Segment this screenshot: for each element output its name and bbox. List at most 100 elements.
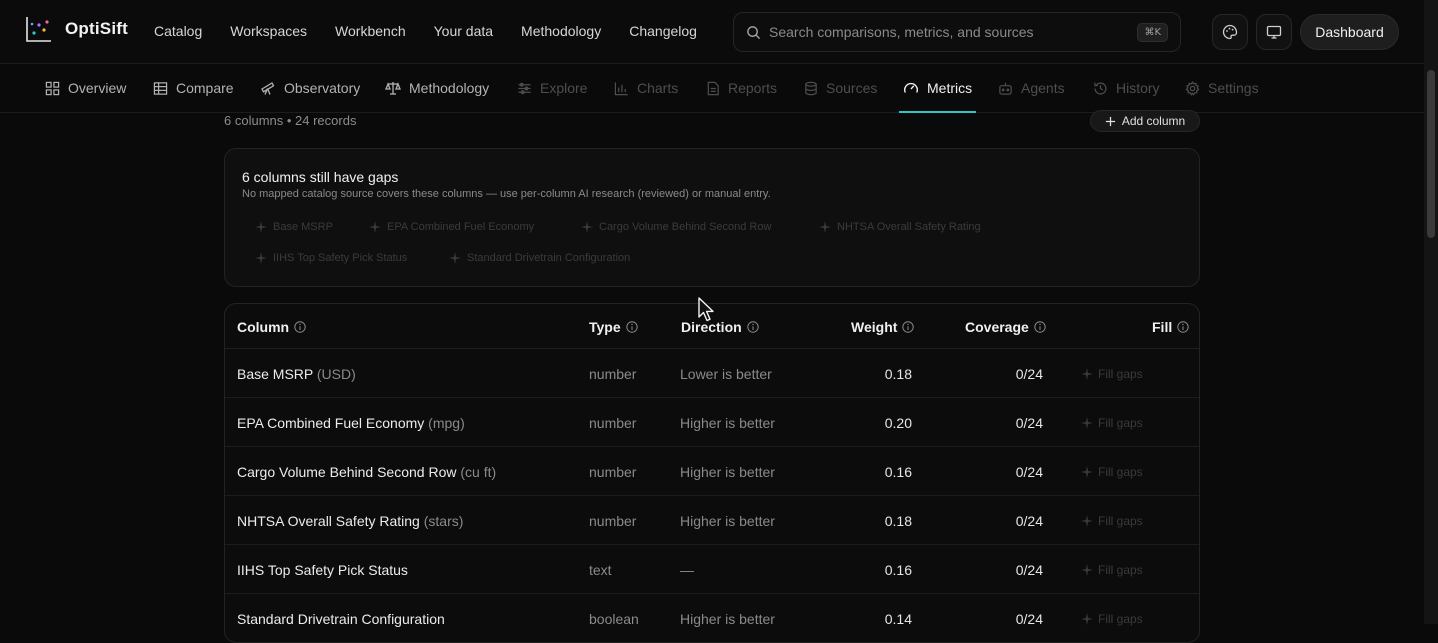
tab-explore[interactable]: Explore [517, 64, 587, 112]
tab-methodology[interactable]: Methodology [385, 64, 489, 112]
gap-chip[interactable]: IIHS Top Safety Pick Status [255, 252, 407, 264]
info-icon[interactable] [625, 321, 638, 333]
tab-charts[interactable]: Charts [614, 64, 678, 112]
tab-label: Sources [826, 80, 878, 96]
fill-gaps-button[interactable]: Fill gaps [1081, 514, 1143, 528]
column-name-text: Standard Drivetrain Configuration [237, 611, 445, 627]
search-icon [747, 25, 761, 39]
header-column: Column [237, 319, 306, 335]
header-label: Column [237, 319, 290, 335]
tab-bar: Overview Compare Observatory Methodology… [0, 64, 1424, 113]
column-name: Standard Drivetrain Configuration [237, 611, 445, 627]
tab-sources[interactable]: Sources [804, 64, 877, 112]
add-column-button[interactable]: Add column [1090, 110, 1200, 132]
column-coverage: 0/24 [1015, 415, 1043, 431]
fill-gaps-button[interactable]: Fill gaps [1081, 367, 1143, 381]
gap-chip-label: IIHS Top Safety Pick Status [273, 252, 408, 264]
nav-methodology[interactable]: Methodology [521, 23, 601, 39]
nav-catalog[interactable]: Catalog [154, 23, 202, 39]
telescope-icon [261, 82, 275, 95]
header-label: Weight [851, 319, 898, 335]
sparkles-icon [449, 252, 461, 264]
search-shortcut-badge: ⌘K [1137, 22, 1168, 42]
fill-gaps-label: Fill gaps [1098, 367, 1143, 381]
gear-icon [1185, 80, 1200, 96]
page-scrollbar[interactable] [1424, 0, 1438, 624]
table-row[interactable]: IIHS Top Safety Pick Status text — 0.16 … [225, 545, 1199, 594]
info-icon[interactable] [1034, 321, 1046, 333]
tab-label: Overview [68, 80, 127, 96]
nav-workbench[interactable]: Workbench [335, 23, 406, 39]
palette-icon [1222, 24, 1238, 40]
column-direction: Higher is better [680, 415, 775, 431]
header-label: Fill [1152, 319, 1173, 335]
column-name-text: Base MSRP [237, 366, 313, 382]
column-type: number [589, 366, 637, 382]
tab-compare[interactable]: Compare [153, 64, 234, 112]
fill-gaps-button[interactable]: Fill gaps [1081, 416, 1143, 430]
database-icon [805, 81, 817, 95]
tab-settings[interactable]: Settings [1185, 64, 1259, 112]
nav-workspaces[interactable]: Workspaces [230, 23, 307, 39]
sparkles-icon [1081, 564, 1093, 576]
dashboard-button[interactable]: Dashboard [1300, 14, 1399, 50]
tab-overview[interactable]: Overview [45, 64, 126, 112]
gap-chip-label: Base MSRP [273, 221, 333, 233]
gap-chip[interactable]: EPA Combined Fuel Economy [369, 221, 534, 233]
info-icon[interactable] [294, 321, 306, 333]
column-weight: 0.14 [884, 611, 912, 627]
gap-chip[interactable]: NHTSA Overall Safety Rating [819, 221, 981, 233]
top-bar: OptiSift Catalog Workspaces Workbench Yo… [0, 0, 1424, 64]
theme-button[interactable] [1212, 14, 1248, 50]
table-row[interactable]: Standard Drivetrain Configuration boolea… [225, 594, 1199, 642]
column-type: number [589, 415, 637, 431]
column-coverage: 0/24 [1015, 562, 1043, 578]
column-name: Cargo Volume Behind Second Row (cu ft) [237, 464, 496, 480]
column-name-text: NHTSA Overall Safety Rating [237, 513, 420, 529]
tab-metrics[interactable]: Metrics [898, 64, 977, 113]
sliders-icon [518, 82, 531, 94]
gap-chip[interactable]: Base MSRP [255, 221, 333, 233]
info-icon[interactable] [1177, 321, 1189, 333]
app-logo[interactable]: OptiSift [25, 15, 128, 43]
column-name: IIHS Top Safety Pick Status [237, 562, 408, 578]
fill-gaps-button[interactable]: Fill gaps [1081, 465, 1143, 479]
tab-observatory[interactable]: Observatory [260, 64, 360, 112]
display-button[interactable] [1256, 14, 1292, 50]
nav-changelog[interactable]: Changelog [629, 23, 697, 39]
tab-agents[interactable]: Agents [998, 64, 1065, 112]
gauge-icon [904, 82, 918, 93]
metrics-table: Column Type Direction Weight Coverage Fi… [224, 303, 1200, 643]
table-row[interactable]: NHTSA Overall Safety Rating (stars) numb… [225, 496, 1199, 545]
column-name-text: Cargo Volume Behind Second Row [237, 464, 457, 480]
info-icon[interactable] [746, 321, 759, 333]
gap-chip[interactable]: Standard Drivetrain Configuration [449, 252, 630, 264]
gaps-subtitle: No mapped catalog source covers these co… [242, 188, 771, 200]
column-direction: Higher is better [680, 611, 775, 627]
tab-history[interactable]: History [1093, 64, 1160, 112]
search-box[interactable]: Search comparisons, metrics, and sources… [733, 12, 1181, 52]
column-name: NHTSA Overall Safety Rating (stars) [237, 513, 463, 529]
column-direction: Higher is better [680, 513, 775, 529]
column-type: text [589, 562, 612, 578]
gaps-card: 6 columns still have gaps No mapped cata… [224, 148, 1200, 287]
scrollbar-thumb[interactable] [1427, 70, 1435, 238]
table-row[interactable]: EPA Combined Fuel Economy (mpg) number H… [225, 398, 1199, 447]
tab-label: Agents [1021, 80, 1065, 96]
header-coverage: Coverage [965, 319, 1046, 335]
gap-chip[interactable]: Cargo Volume Behind Second Row [581, 221, 771, 233]
fill-gaps-button[interactable]: Fill gaps [1081, 563, 1143, 577]
sparkles-icon [1081, 515, 1093, 527]
table-row[interactable]: Cargo Volume Behind Second Row (cu ft) n… [225, 447, 1199, 496]
fill-gaps-label: Fill gaps [1098, 514, 1143, 528]
search-input[interactable]: Search comparisons, metrics, and sources [769, 24, 1137, 40]
table-row[interactable]: Base MSRP (USD) number Lower is better 0… [225, 349, 1199, 398]
scale-icon [385, 82, 401, 95]
nav-your-data[interactable]: Your data [434, 23, 493, 39]
header-label: Type [589, 319, 621, 335]
info-icon[interactable] [902, 321, 915, 333]
column-coverage: 0/24 [1015, 464, 1043, 480]
column-coverage: 0/24 [1015, 611, 1043, 627]
fill-gaps-label: Fill gaps [1098, 416, 1143, 430]
tab-reports[interactable]: Reports [706, 64, 777, 112]
